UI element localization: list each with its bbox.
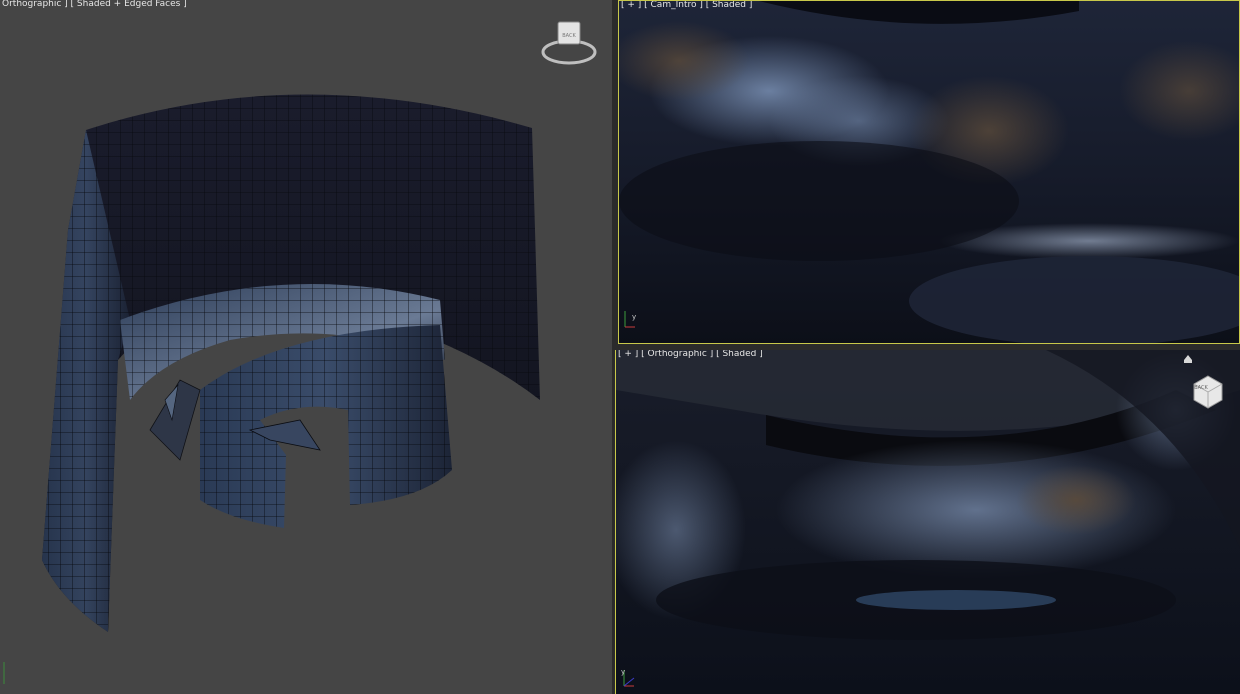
svg-text:y: y (632, 313, 636, 321)
viewport-camera-intro[interactable]: [ + ] [ Cam_Intro ] [ Shaded ] y (618, 0, 1240, 344)
axis-gizmo-icon (2, 662, 8, 686)
viewcube-icon[interactable]: BACK (540, 16, 600, 66)
cylinder-scene (42, 94, 540, 633)
home-icon[interactable] (1182, 352, 1194, 364)
viewcube-face-label: BACK (562, 33, 576, 39)
svg-text:BACK: BACK (1194, 385, 1208, 391)
viewport-orthographic-edged[interactable]: Orthographic ] [ Shaded + Edged Faces ] … (0, 0, 612, 694)
sky-render-orthographic (616, 350, 1240, 694)
sky-render-camera (619, 1, 1239, 343)
viewport-label-ortho[interactable]: [ + ] [ Orthographic ] [ Shaded ] (618, 350, 763, 360)
svg-text:y: y (621, 668, 625, 676)
viewport-orthographic-shaded[interactable]: [ + ] [ Orthographic ] [ Shaded ] BACK y (615, 350, 1240, 694)
viewcube-icon[interactable]: BACK (1188, 372, 1228, 412)
viewport-label-left[interactable]: Orthographic ] [ Shaded + Edged Faces ] (2, 0, 187, 10)
axis-gizmo-icon: y (620, 666, 640, 690)
axis-gizmo-icon: y (621, 307, 641, 331)
viewport-label-camera[interactable]: [ + ] [ Cam_Intro ] [ Shaded ] (621, 1, 752, 11)
